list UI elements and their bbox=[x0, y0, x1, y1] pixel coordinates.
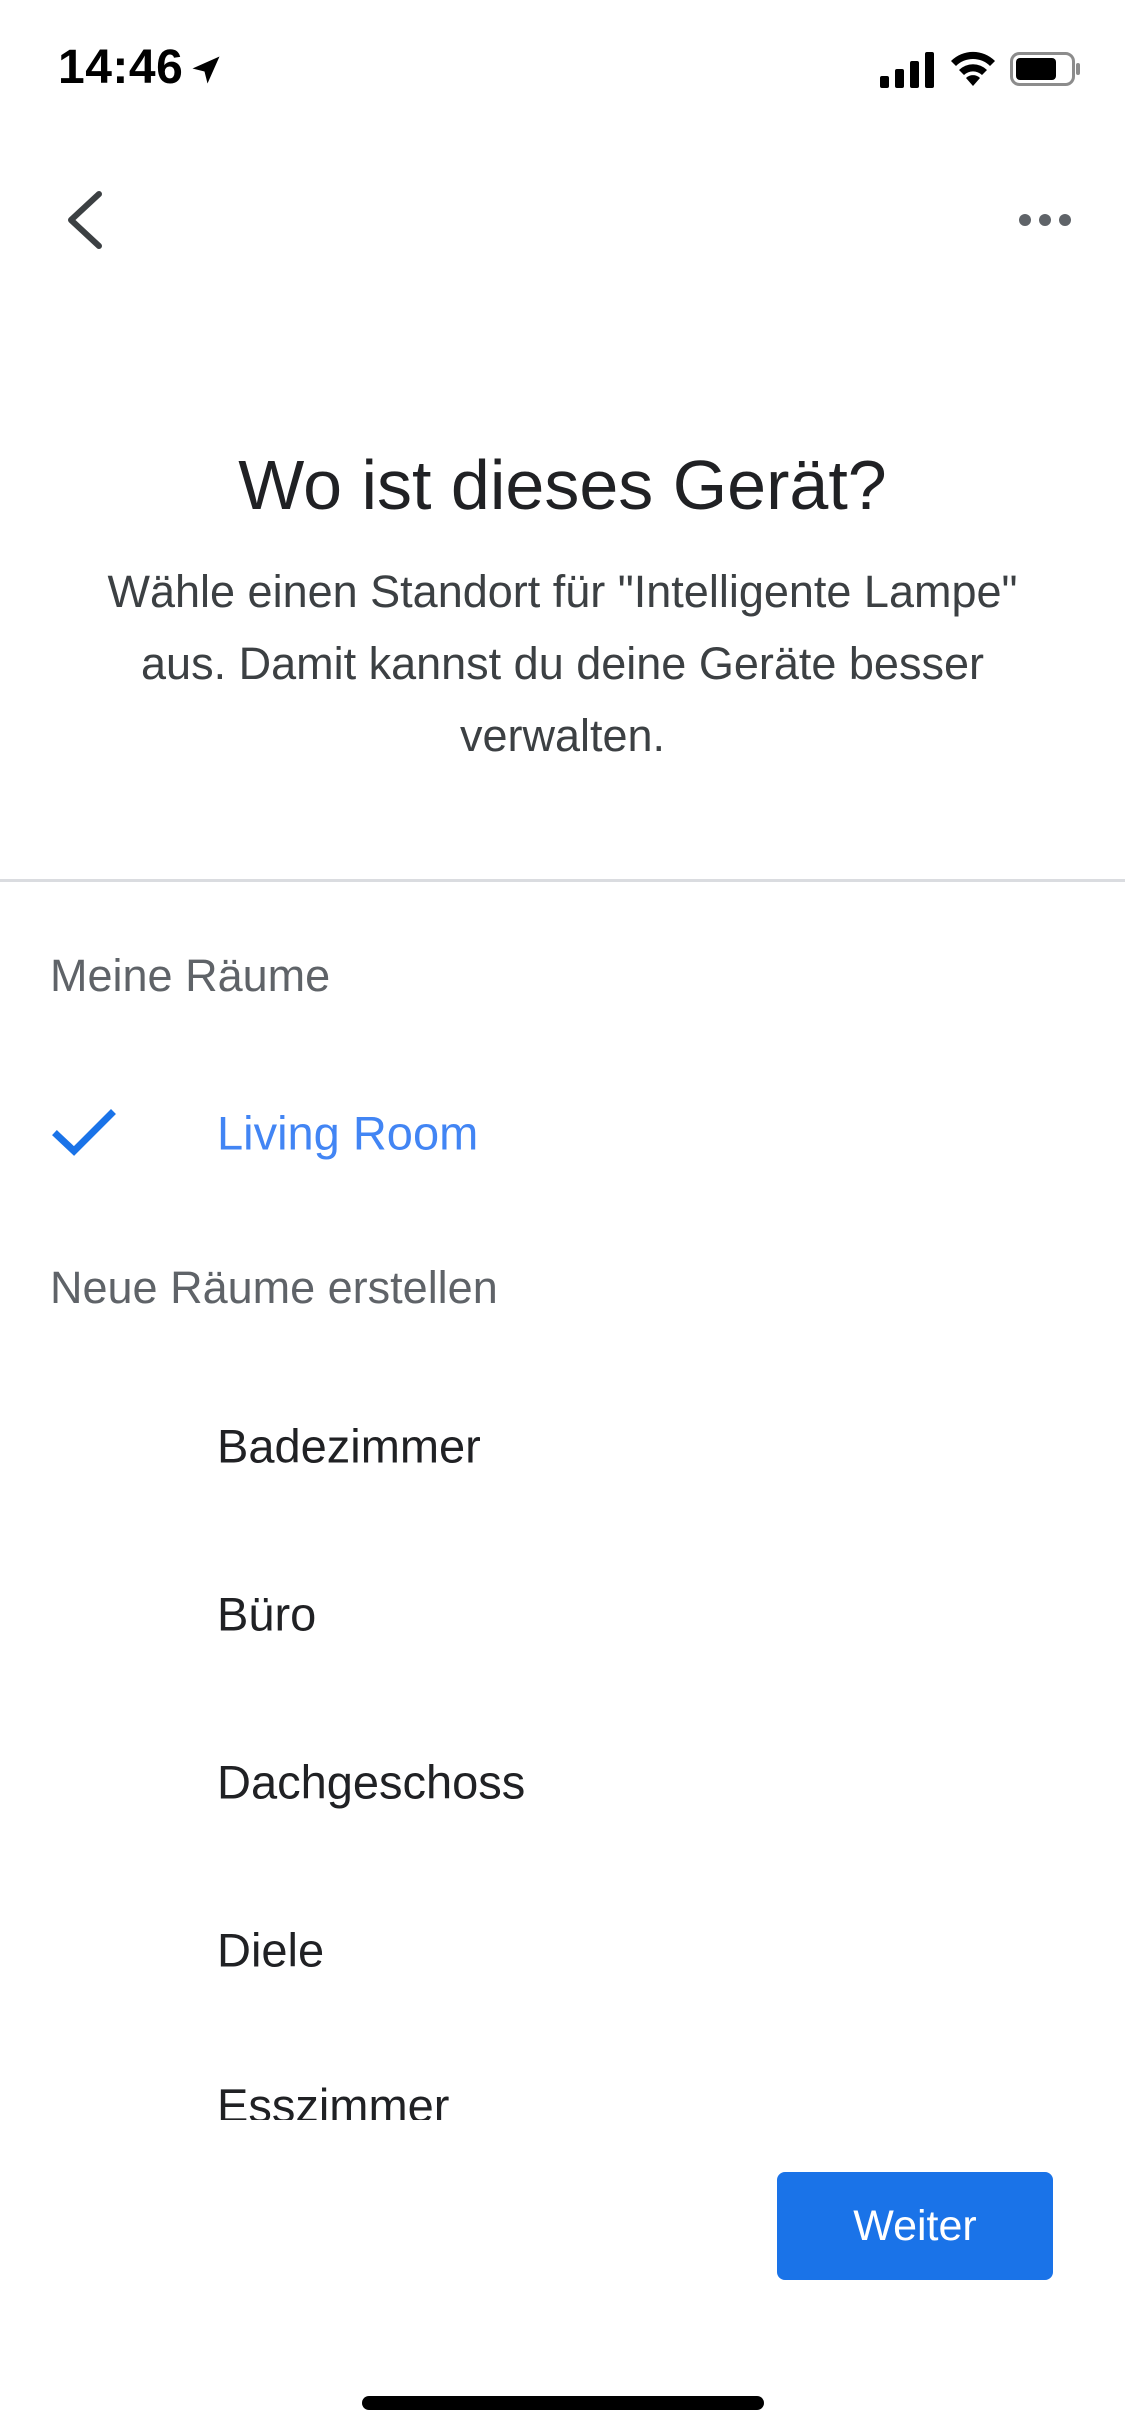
battery-icon bbox=[1010, 52, 1080, 86]
room-label: Living Room bbox=[217, 1106, 479, 1160]
divider bbox=[0, 879, 1125, 882]
room-label: Diele bbox=[217, 1923, 325, 1977]
page-title: Wo ist dieses Gerät? bbox=[238, 446, 887, 524]
room-item-buero[interactable]: Büro bbox=[0, 1554, 1125, 1674]
room-label: Esszimmer bbox=[217, 2079, 450, 2120]
more-horizontal-icon bbox=[1019, 214, 1071, 226]
checkmark-icon bbox=[52, 1109, 116, 1156]
back-button[interactable] bbox=[40, 175, 130, 265]
room-label: Büro bbox=[217, 1587, 317, 1641]
home-indicator bbox=[362, 2396, 764, 2410]
section-header-my-rooms: Meine Räume bbox=[50, 950, 331, 1001]
section-header-new-rooms: Neue Räume erstellen bbox=[50, 1262, 498, 1313]
room-item-living-room[interactable]: Living Room bbox=[0, 1073, 1125, 1193]
location-arrow-icon bbox=[192, 56, 220, 84]
room-label: Badezimmer bbox=[217, 1419, 481, 1473]
cellular-signal-icon bbox=[880, 52, 934, 88]
status-bar: 14:46 bbox=[0, 0, 1125, 140]
wifi-icon bbox=[951, 51, 995, 86]
more-options-button[interactable] bbox=[1000, 175, 1090, 265]
page-subtitle: Wähle einen Standort für "Intelligente L… bbox=[107, 566, 1018, 761]
status-time: 14:46 bbox=[58, 41, 184, 94]
room-item-dachgeschoss[interactable]: Dachgeschoss bbox=[0, 1722, 1125, 1842]
room-item-badezimmer[interactable]: Badezimmer bbox=[0, 1386, 1125, 1506]
room-label: Dachgeschoss bbox=[217, 1755, 526, 1809]
room-item-diele[interactable]: Diele bbox=[0, 1890, 1125, 2010]
room-item-esszimmer[interactable]: Esszimmer bbox=[0, 2050, 1125, 2120]
chevron-left-icon bbox=[68, 191, 102, 249]
next-button[interactable]: Weiter bbox=[777, 2172, 1053, 2280]
